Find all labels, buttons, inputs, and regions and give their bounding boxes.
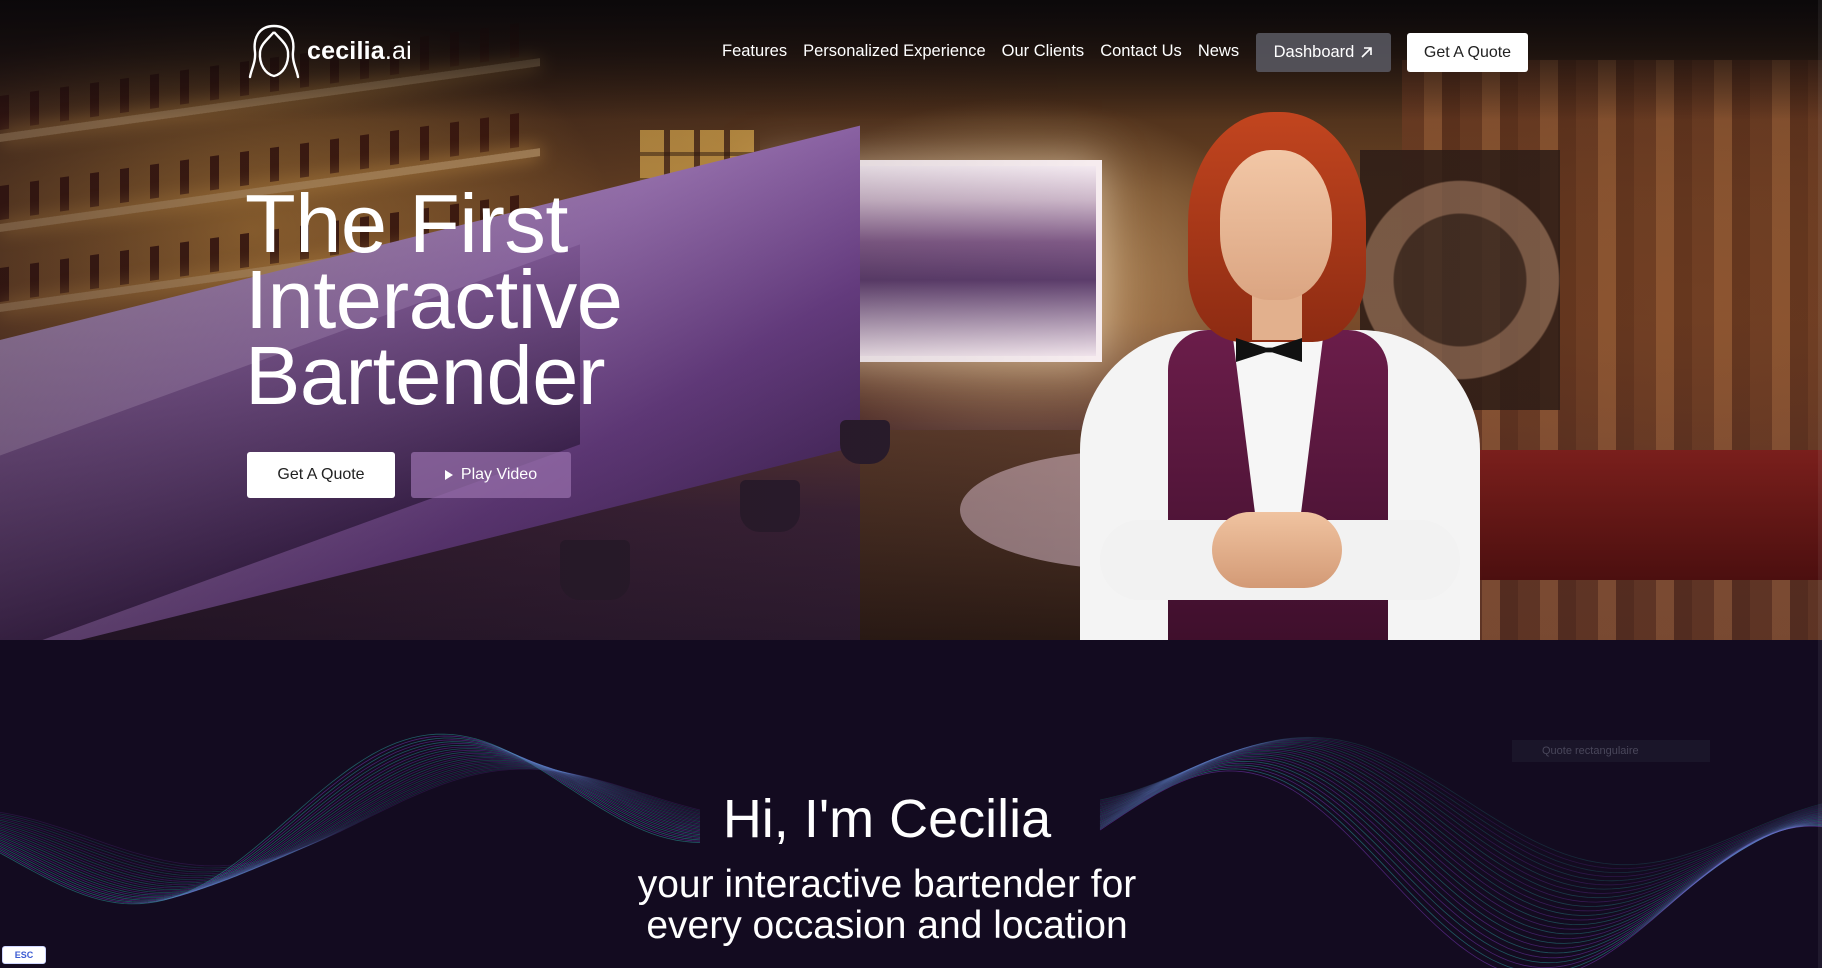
nav-our-clients[interactable]: Our Clients — [1002, 42, 1085, 61]
nav-features[interactable]: Features — [722, 42, 787, 61]
arrow-up-right-icon — [1361, 47, 1373, 58]
hero-title-line: Bartender — [245, 329, 606, 422]
intro-subtitle: your interactive bartender for every occ… — [0, 864, 1774, 946]
hero-title-line: The First — [245, 177, 568, 270]
hero-title-line: Interactive — [245, 253, 623, 346]
nav-news[interactable]: News — [1198, 42, 1239, 61]
play-video-label: Play Video — [460, 466, 538, 483]
brand-name: cecilia.ai — [307, 37, 412, 66]
avatar-face — [1220, 150, 1332, 300]
intro-title: Hi, I'm Cecilia — [722, 789, 1052, 849]
page-scrollbar[interactable] — [1818, 0, 1822, 968]
woman-head-outline-icon — [248, 24, 300, 79]
top-navigation: cecilia.ai Features Personalized Experie… — [0, 0, 1822, 110]
intro-section: Quote rectangulaire Hi, I'm Cecilia your… — [0, 640, 1822, 968]
dashboard-label: Dashboard — [1273, 43, 1355, 61]
intro-subtitle-line: every occasion and location — [646, 904, 1128, 947]
nav-contact-us[interactable]: Contact Us — [1100, 42, 1182, 61]
play-triangle-icon — [444, 470, 453, 480]
main-menu: Features Personalized Experience Our Cli… — [722, 42, 1239, 61]
nav-personalized-experience[interactable]: Personalized Experience — [803, 42, 986, 61]
avatar-hands — [1212, 512, 1342, 588]
ghost-tooltip: Quote rectangulaire — [1512, 740, 1710, 762]
hero-get-quote-button[interactable]: Get A Quote — [247, 452, 395, 498]
nav-get-quote-button[interactable]: Get A Quote — [1407, 33, 1528, 72]
nav-get-quote-label: Get A Quote — [1423, 43, 1512, 61]
brand-logo[interactable]: cecilia.ai — [247, 22, 412, 80]
brand-name-main: cecilia — [307, 36, 385, 65]
intro-subtitle-line: your interactive bartender for — [637, 863, 1137, 906]
play-video-button[interactable]: Play Video — [411, 452, 571, 498]
esc-key-badge[interactable]: ESC — [2, 946, 46, 964]
hero-get-quote-label: Get A Quote — [277, 466, 365, 483]
hero-title: The First Interactive Bartender — [245, 177, 623, 422]
dashboard-button[interactable]: Dashboard — [1256, 33, 1391, 72]
brand-name-suffix: .ai — [384, 36, 412, 65]
